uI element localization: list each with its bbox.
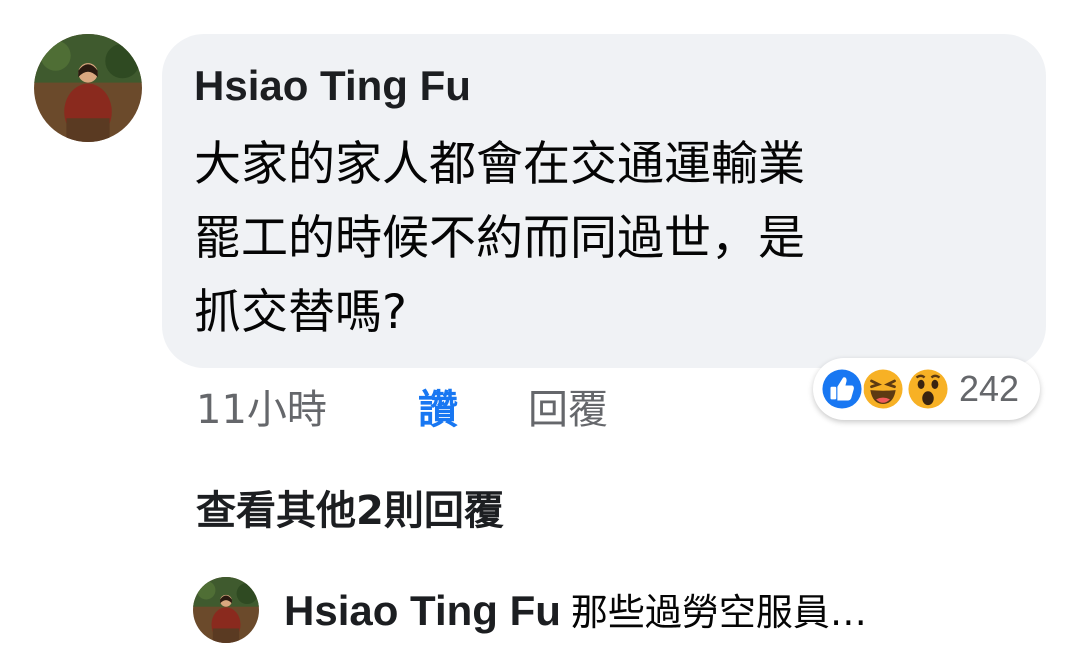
view-more-replies-link[interactable]: 查看其他2則回覆 <box>196 484 504 538</box>
comment-text-line: 大家的家人都會在交通運輸業 <box>194 137 805 192</box>
reactions-summary[interactable]: 242 <box>813 358 1040 420</box>
reply-author-name[interactable]: Hsiao Ting Fu <box>284 587 561 634</box>
avatar-photo <box>34 34 142 142</box>
reply-button[interactable]: 回覆 <box>528 382 608 438</box>
comment-text-line: 罷工的時候不約而同過世，是 <box>194 211 805 266</box>
like-button[interactable]: 讚 <box>418 382 458 438</box>
like-icon <box>819 366 865 412</box>
reaction-count: 242 <box>959 368 1020 409</box>
haha-icon <box>860 366 906 412</box>
reply-author-avatar[interactable] <box>193 577 259 643</box>
commenter-avatar[interactable] <box>34 34 142 142</box>
avatar-photo <box>193 577 259 643</box>
wow-icon <box>905 366 951 412</box>
reply-preview-text: 那些過勞空服員… <box>570 591 867 634</box>
comment-text: 大家的家人都會在交通運輸業 罷工的時候不約而同過世，是 抓交替嗎? <box>194 128 1014 350</box>
reply-preview[interactable]: Hsiao Ting Fu 那些過勞空服員… <box>284 583 867 648</box>
comment-timestamp[interactable]: 11小時 <box>196 382 327 438</box>
comment-text-line: 抓交替嗎? <box>194 285 407 340</box>
comment-author[interactable]: Hsiao Ting Fu <box>194 60 471 112</box>
